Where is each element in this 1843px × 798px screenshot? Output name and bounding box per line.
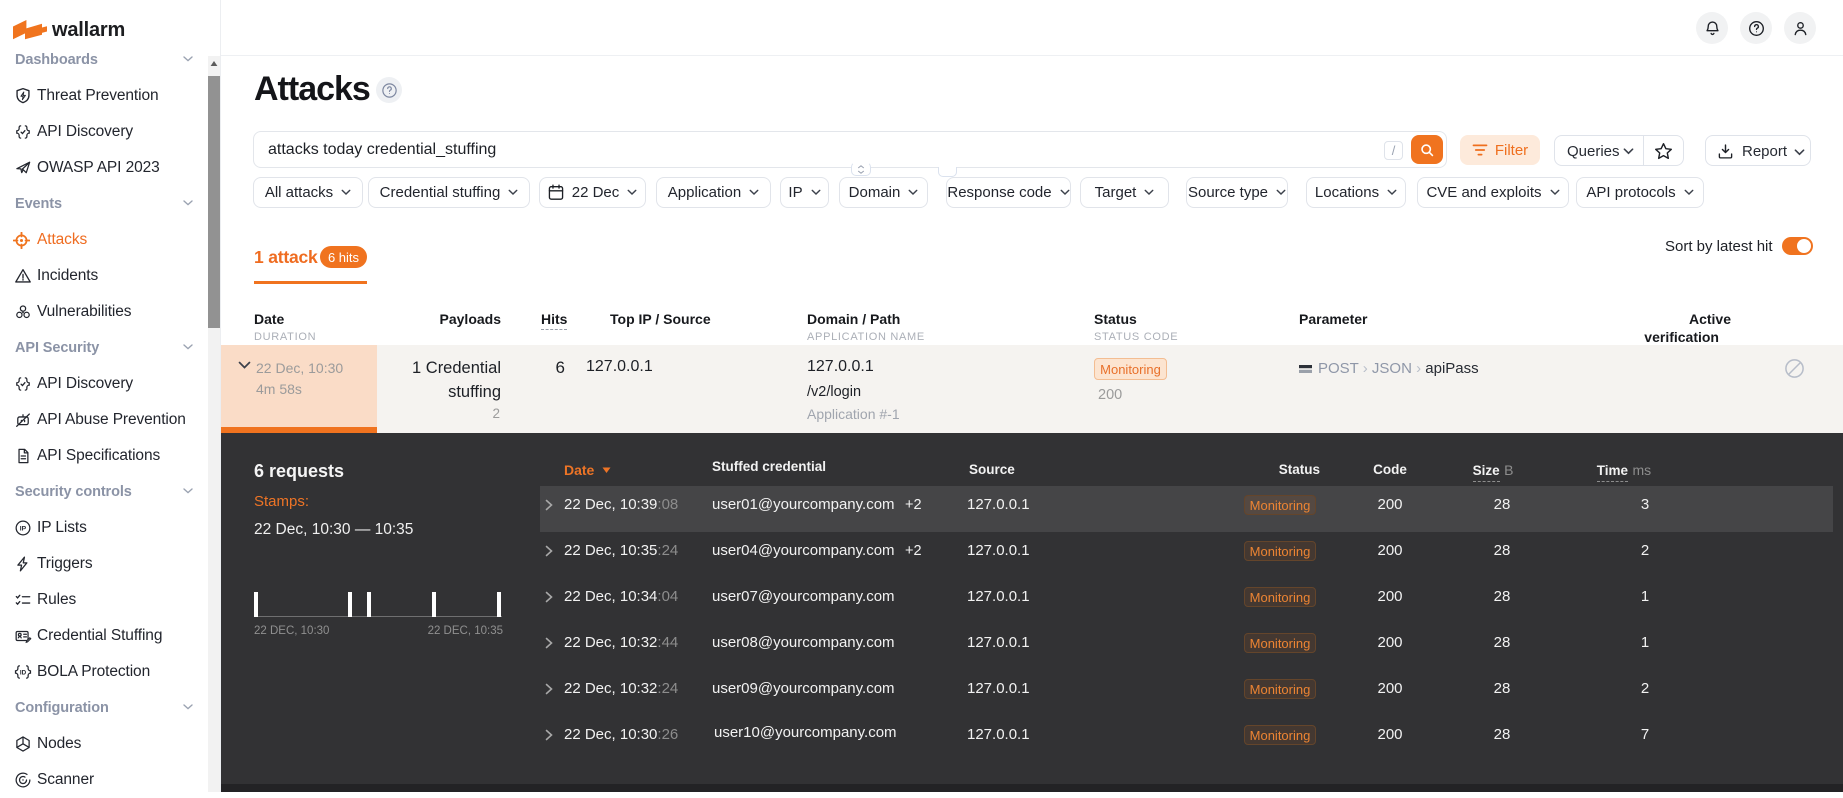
- svg-text:IP: IP: [20, 526, 27, 533]
- svg-text:ID: ID: [20, 669, 27, 676]
